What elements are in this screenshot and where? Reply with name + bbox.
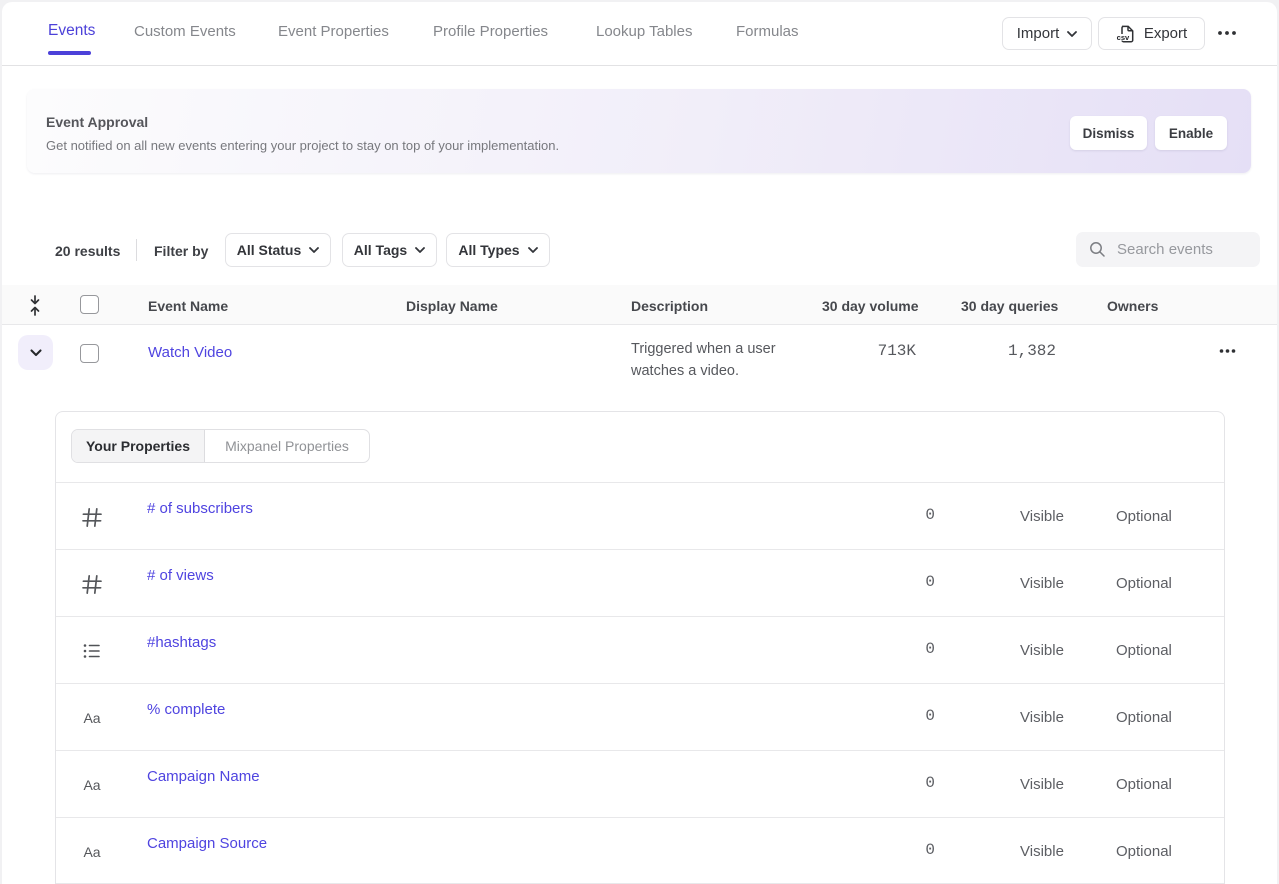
- svg-text:csv: csv: [1116, 33, 1129, 42]
